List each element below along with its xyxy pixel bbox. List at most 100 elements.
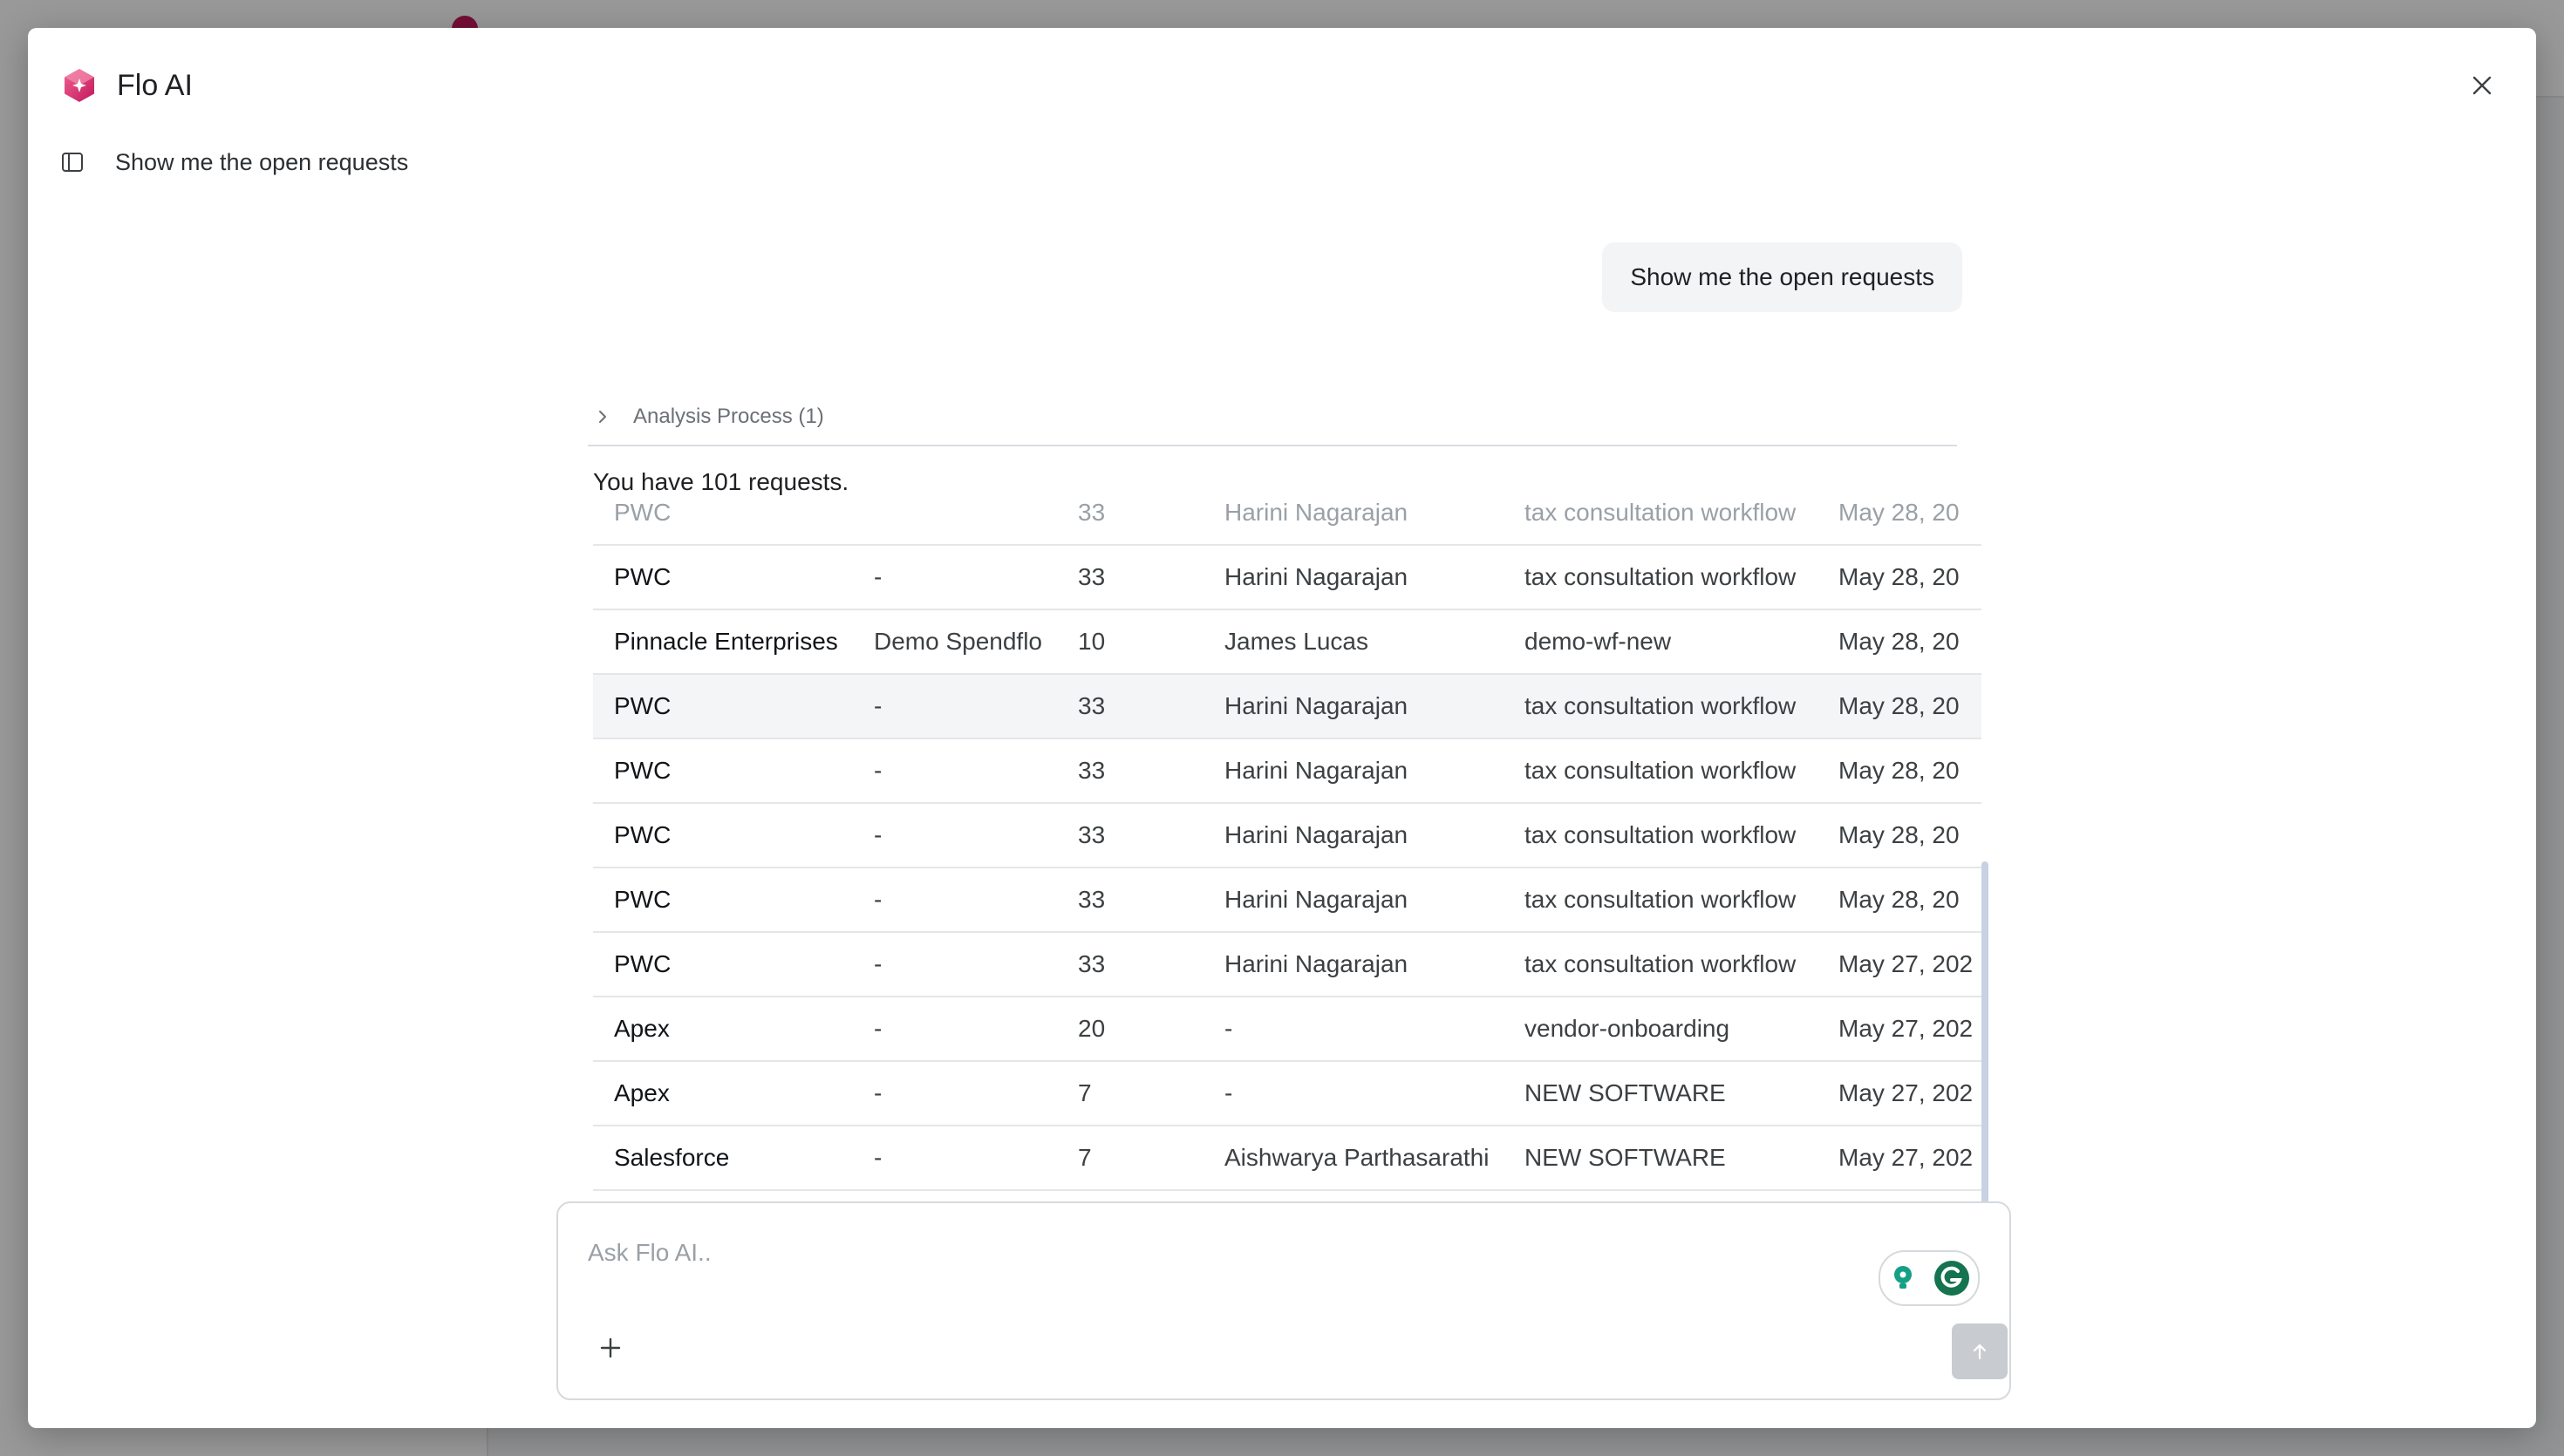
app-title: Flo AI — [117, 68, 193, 102]
table-cell: 33 — [1057, 545, 1204, 610]
table-cell: tax consultation workflow — [1504, 674, 1817, 739]
table-cell: 7 — [1057, 1061, 1204, 1126]
table-cell: - — [1204, 997, 1504, 1062]
table-cell: 33 — [1057, 867, 1204, 933]
table-cell: - — [853, 867, 1057, 933]
table-cell: PWC — [593, 803, 853, 868]
table-cell: Harini Nagarajan — [1204, 738, 1504, 804]
table-cell: Harini Nagarajan — [1204, 867, 1504, 933]
table-cell: 7 — [1057, 1126, 1204, 1191]
table-cell: 33 — [1057, 932, 1204, 997]
table-cell: May 28, 20 — [1817, 867, 1981, 933]
table-cell: tax consultation workflow — [1504, 932, 1817, 997]
table-cell: May 27, 202 — [1817, 1061, 1981, 1126]
table-cell: 33 — [1057, 674, 1204, 739]
table-cell: Harini Nagarajan — [1204, 674, 1504, 739]
chevron-right-icon — [599, 411, 606, 423]
table-cell: PWC — [593, 738, 853, 804]
attach-button[interactable] — [593, 1330, 628, 1365]
table-row[interactable]: PWC -33 Harini Nagarajan tax consultation w… — [593, 932, 1981, 997]
flo-ai-modal: Flo AI Show me the open requests Show me… — [28, 28, 2536, 1428]
table-cell: Salesforce — [593, 1126, 853, 1191]
table-cell: Aishwarya Parthasarathi — [1204, 1126, 1504, 1191]
table-cell: - — [853, 803, 1057, 868]
grammarly-icon — [1934, 1261, 1969, 1296]
close-icon — [2472, 76, 2492, 95]
table-cell: tax consultation workflow — [1504, 803, 1817, 868]
chat-composer — [556, 1201, 2011, 1400]
table-cell — [853, 499, 1057, 546]
table-cell: James Lucas — [1204, 609, 1504, 675]
conversation-row[interactable]: Show me the open requests — [59, 139, 408, 185]
table-cell: 20 — [1057, 997, 1204, 1062]
conversation-title: Show me the open requests — [115, 148, 409, 175]
table-cell: 33 — [1057, 738, 1204, 804]
table-cell: 10 — [1057, 609, 1204, 675]
table-cell: PWC — [593, 499, 853, 546]
sidebar-panel-icon[interactable] — [59, 149, 85, 175]
table-cell: PWC — [593, 932, 853, 997]
table-cell: May 27, 202 — [1817, 997, 1981, 1062]
table-cell: NEW SOFTWARE — [1504, 1126, 1817, 1191]
plus-icon — [600, 1337, 621, 1358]
table-cell: PWC — [593, 545, 853, 610]
table-row[interactable]: Pinnacle Enterprises Demo Spendflo 10 James… — [593, 609, 1981, 675]
table-row[interactable]: Apex -7- NEW SOFTWARE May 27, 202 — [593, 1061, 1981, 1126]
table-cell: tax consultation workflow — [1504, 545, 1817, 610]
table-cell: PWC — [593, 867, 853, 933]
table-row[interactable]: PWC -33 Harini Nagarajan tax consultation w… — [593, 674, 1981, 739]
table-cell: - — [1204, 1061, 1504, 1126]
table-cell: - — [853, 738, 1057, 804]
table-row[interactable]: PWC -33 Harini Nagarajan tax consultation w… — [593, 738, 1981, 804]
table-cell: tax consultation workflow — [1504, 867, 1817, 933]
table-row[interactable]: PWC -33 Harini Nagarajan tax consultation w… — [593, 545, 1981, 610]
table-cell: - — [853, 674, 1057, 739]
table-cell: Apex — [593, 1061, 853, 1126]
table-scrollbar[interactable] — [1981, 861, 1988, 1214]
table-cell: May 28, 20 — [1817, 545, 1981, 610]
grammarly-extension[interactable] — [1879, 1250, 1980, 1306]
table-cell: May 28, 20 — [1817, 609, 1981, 675]
table-cell: Demo Spendflo — [853, 609, 1057, 675]
requests-table: PWC 33 Harini Nagarajan tax consultation wo… — [593, 499, 1981, 1191]
table-cell: Harini Nagarajan — [1204, 803, 1504, 868]
table-cell: Pinnacle Enterprises — [593, 609, 853, 675]
response-summary: You have 101 requests. — [593, 468, 849, 495]
table-row[interactable]: Apex -20- vendor-onboarding May 27, 202 — [593, 997, 1981, 1062]
table-cell: - — [853, 1126, 1057, 1191]
analysis-process-label: Analysis Process (1) — [633, 405, 824, 428]
table-cell: demo-wf-new — [1504, 609, 1817, 675]
table-cell: tax consultation workflow — [1504, 738, 1817, 804]
table-row[interactable]: PWC -33 Harini Nagarajan tax consultation w… — [593, 867, 1981, 933]
table-cell: May 27, 202 — [1817, 1126, 1981, 1191]
table-row[interactable]: Salesforce -7 Aishwarya Parthasarathi NEW S… — [593, 1126, 1981, 1191]
table-row[interactable]: PWC 33 Harini Nagarajan tax consultation wo… — [593, 499, 1981, 546]
table-cell: Harini Nagarajan — [1204, 932, 1504, 997]
table-cell: May 28, 20 — [1817, 738, 1981, 804]
table-cell: 33 — [1057, 499, 1204, 546]
table-cell: May 27, 202 — [1817, 932, 1981, 997]
table-cell: 33 — [1057, 803, 1204, 868]
table-cell: - — [853, 932, 1057, 997]
modal-header: Flo AI — [61, 59, 193, 112]
send-button[interactable] — [1952, 1323, 2008, 1379]
table-cell: - — [853, 545, 1057, 610]
requests-table-container[interactable]: PWC 33 Harini Nagarajan tax consultation wo… — [593, 499, 1981, 1217]
table-cell: Harini Nagarajan — [1204, 499, 1504, 546]
table-row[interactable]: PWC -33 Harini Nagarajan tax consultation w… — [593, 803, 1981, 868]
table-cell: tax consultation workflow — [1504, 499, 1817, 546]
arrow-up-icon — [1973, 1344, 1987, 1360]
table-cell: PWC — [593, 674, 853, 739]
user-message-bubble: Show me the open requests — [1602, 242, 1962, 312]
table-cell: Apex — [593, 997, 853, 1062]
lightbulb-icon — [1894, 1266, 1912, 1289]
table-cell: - — [853, 997, 1057, 1062]
table-cell: - — [853, 1061, 1057, 1126]
table-cell: NEW SOFTWARE — [1504, 1061, 1817, 1126]
table-cell: Harini Nagarajan — [1204, 545, 1504, 610]
ask-input[interactable] — [586, 1238, 1810, 1268]
analysis-process-toggle[interactable]: Analysis Process (1) — [588, 389, 1957, 446]
table-cell: May 28, 20 — [1817, 499, 1981, 546]
close-button[interactable] — [2461, 65, 2503, 106]
flo-ai-logo-icon — [65, 69, 94, 102]
